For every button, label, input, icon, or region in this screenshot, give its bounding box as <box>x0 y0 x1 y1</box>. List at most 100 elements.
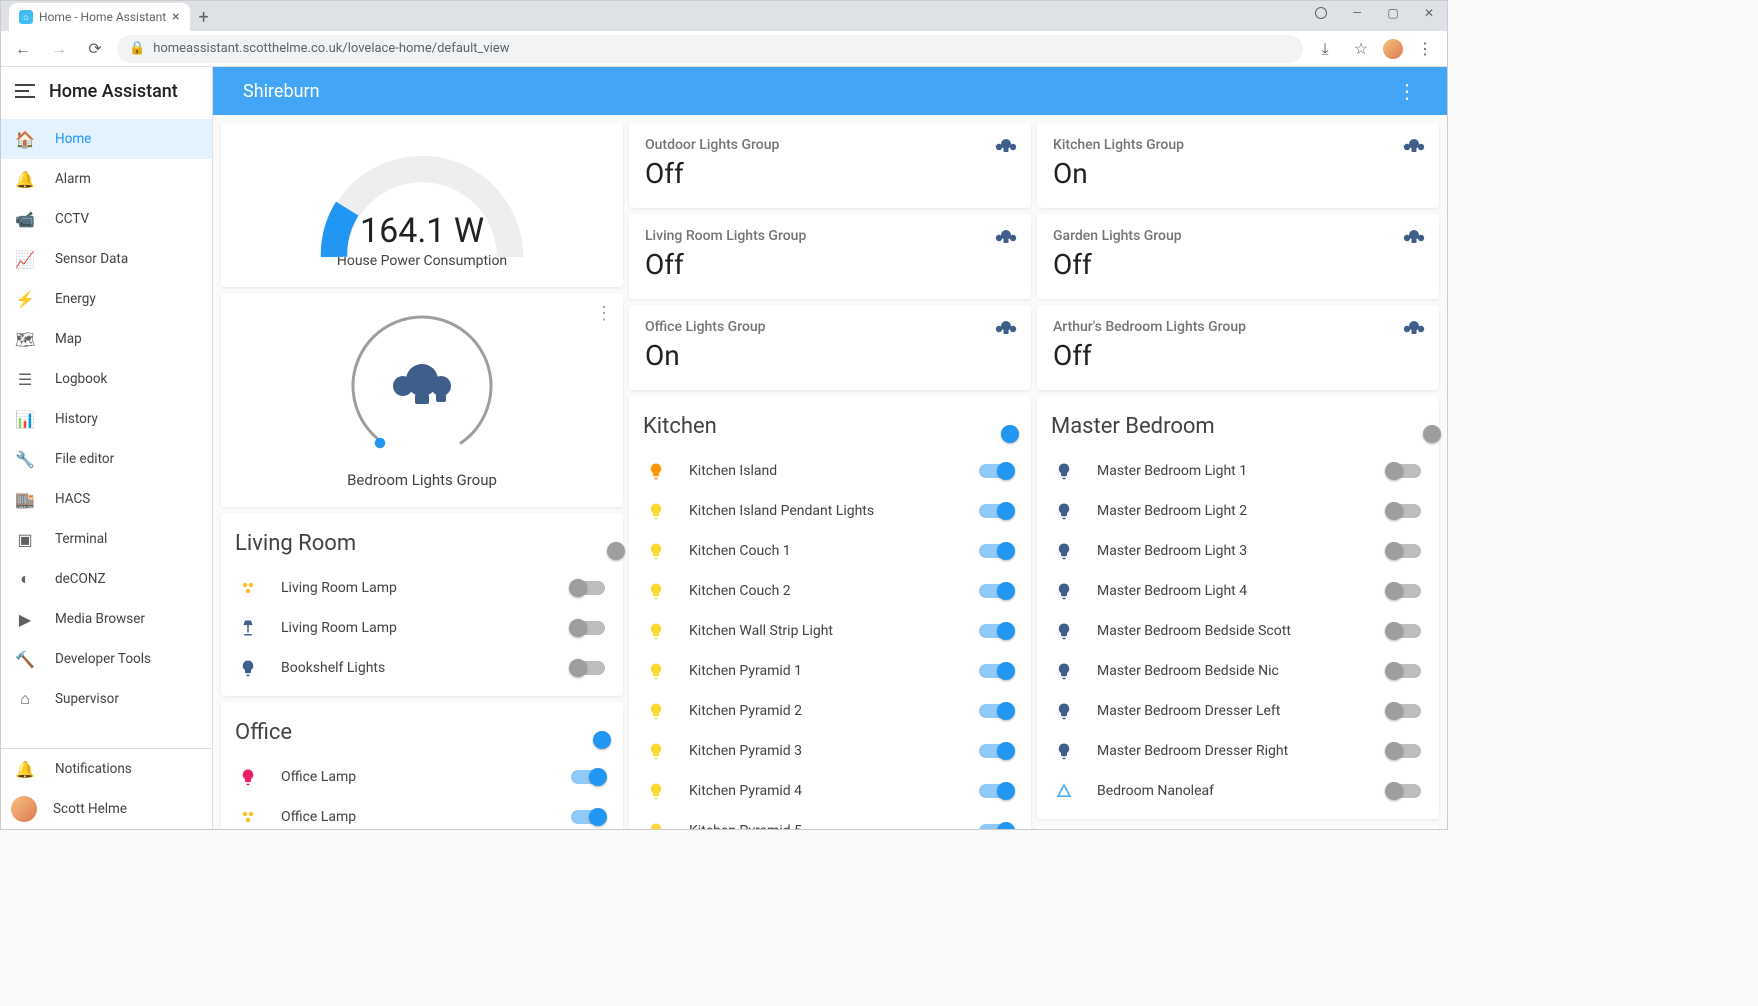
group-card[interactable]: Garden Lights GroupOff <box>1037 214 1439 299</box>
entity-toggle[interactable] <box>979 704 1013 718</box>
bedroom-group-card[interactable]: ⋮ Bedroom Lights Group <box>221 293 623 507</box>
history-icon: 📊 <box>15 410 35 429</box>
group-card[interactable]: Outdoor Lights GroupOff <box>629 123 1031 208</box>
gauge-card[interactable]: 164.1 W House Power Consumption <box>221 123 623 287</box>
entity-toggle[interactable] <box>979 664 1013 678</box>
supervisor-icon: ⌂ <box>15 689 35 709</box>
sidebar-item-file-editor[interactable]: 🔧File editor <box>1 439 212 479</box>
sidebar-item-terminal[interactable]: ▣Terminal <box>1 519 212 559</box>
sidebar-item-supervisor[interactable]: ⌂Supervisor <box>1 679 212 719</box>
entity-toggle[interactable] <box>979 744 1013 758</box>
sidebar-item-hacs[interactable]: 🏬HACS <box>1 479 212 519</box>
entity-toggle[interactable] <box>571 810 605 824</box>
entity-toggle[interactable] <box>1387 664 1421 678</box>
browser-toolbar: ← → ⟳ 🔒 homeassistant.scotthelme.co.uk/l… <box>1 31 1447 67</box>
entity-toggle[interactable] <box>979 544 1013 558</box>
bulb-icon <box>1055 742 1079 760</box>
entity-toggle[interactable] <box>1387 504 1421 518</box>
lightbulb-group-icon <box>995 228 1017 248</box>
group-title: Office Lights Group <box>645 319 1015 335</box>
sidebar-item-alarm[interactable]: 🔔Alarm <box>1 159 212 199</box>
entity-name: Kitchen Pyramid 1 <box>689 663 961 679</box>
entity-name: Office Lamp <box>281 809 553 825</box>
entity-row: Kitchen Pyramid 1 <box>643 651 1017 691</box>
entity-name: Kitchen Island Pendant Lights <box>689 503 961 519</box>
chrome-window: ⌂ Home - Home Assistant × + — ▢ ✕ ← → ⟳ … <box>0 0 1448 830</box>
entity-toggle[interactable] <box>1387 744 1421 758</box>
browser-tab[interactable]: ⌂ Home - Home Assistant × <box>9 3 190 31</box>
close-button[interactable]: ✕ <box>1411 1 1447 25</box>
sidebar-header: Home Assistant <box>1 67 212 115</box>
entity-toggle[interactable] <box>571 621 605 635</box>
minimize-button[interactable]: — <box>1339 1 1375 25</box>
entity-toggle[interactable] <box>979 624 1013 638</box>
sidebar-user[interactable]: Scott Helme <box>1 789 212 829</box>
group-card[interactable]: Kitchen Lights GroupOn <box>1037 123 1439 208</box>
entity-toggle[interactable] <box>979 504 1013 518</box>
cctv-icon: 📹 <box>15 210 35 229</box>
entity-toggle[interactable] <box>1387 704 1421 718</box>
entity-row: Kitchen Couch 2 <box>643 571 1017 611</box>
garden-card: Garden <box>1037 825 1439 829</box>
sidebar-item-notifications[interactable]: 🔔 Notifications <box>1 749 212 789</box>
entity-toggle[interactable] <box>571 661 605 675</box>
entity-toggle[interactable] <box>979 784 1013 798</box>
sidebar-item-developer-tools[interactable]: 🔨Developer Tools <box>1 639 212 679</box>
sidebar-item-media-browser[interactable]: ▶Media Browser <box>1 599 212 639</box>
group-card[interactable]: Living Room Lights GroupOff <box>629 214 1031 299</box>
sidebar-item-sensor-data[interactable]: 📈Sensor Data <box>1 239 212 279</box>
entity-toggle[interactable] <box>571 581 605 595</box>
chrome-menu-icon[interactable]: ⋮ <box>1411 35 1439 63</box>
entity-name: Kitchen Island <box>689 463 961 479</box>
deconz-icon: ◐ <box>15 569 35 589</box>
reload-button[interactable]: ⟳ <box>81 35 109 63</box>
entity-toggle[interactable] <box>979 584 1013 598</box>
address-bar[interactable]: 🔒 homeassistant.scotthelme.co.uk/lovelac… <box>117 35 1303 63</box>
forward-button[interactable]: → <box>45 35 73 63</box>
entity-toggle[interactable] <box>1387 464 1421 478</box>
group-state: Off <box>1053 339 1423 372</box>
entity-row: Master Bedroom Bedside Nic <box>1051 651 1425 691</box>
profile-avatar[interactable] <box>1383 39 1403 59</box>
nav-label: Sensor Data <box>55 251 128 267</box>
hamburger-icon[interactable] <box>15 84 35 98</box>
sidebar-item-cctv[interactable]: 📹CCTV <box>1 199 212 239</box>
sidebar-item-history[interactable]: 📊History <box>1 399 212 439</box>
entity-name: Kitchen Couch 2 <box>689 583 961 599</box>
sidebar-item-deconz[interactable]: ◐ deCONZ <box>1 559 212 599</box>
sidebar-item-energy[interactable]: ⚡Energy <box>1 279 212 319</box>
entity-row: Master Bedroom Light 3 <box>1051 531 1425 571</box>
media-icon: ▶ <box>15 610 35 629</box>
entity-toggle[interactable] <box>1387 544 1421 558</box>
sidebar-item-map[interactable]: 🗺Map <box>1 319 212 359</box>
entity-toggle[interactable] <box>979 464 1013 478</box>
sidebar-item-home[interactable]: 🏠Home <box>1 119 212 159</box>
dashboard-title: Shireburn <box>243 81 320 102</box>
group-card[interactable]: Arthur's Bedroom Lights GroupOff <box>1037 305 1439 390</box>
card-more-icon[interactable]: ⋮ <box>595 303 613 324</box>
entity-toggle[interactable] <box>1387 584 1421 598</box>
topbar-more-icon[interactable]: ⋮ <box>1397 79 1417 103</box>
bulb-icon <box>1055 622 1079 640</box>
install-icon[interactable]: ⤓ <box>1311 35 1339 63</box>
bulb-icon <box>1055 502 1079 520</box>
map-icon: 🗺 <box>15 330 35 349</box>
new-tab-button[interactable]: + <box>190 3 218 31</box>
bookmark-icon[interactable]: ☆ <box>1347 35 1375 63</box>
entity-toggle[interactable] <box>1387 784 1421 798</box>
nav-list: 🏠Home🔔Alarm📹CCTV📈Sensor Data⚡Energy🗺Map☰… <box>1 115 212 748</box>
group-card[interactable]: Office Lights GroupOn <box>629 305 1031 390</box>
tab-close-icon[interactable]: × <box>172 9 179 25</box>
maximize-button[interactable]: ▢ <box>1375 1 1411 25</box>
back-button[interactable]: ← <box>9 35 37 63</box>
entity-toggle[interactable] <box>1387 624 1421 638</box>
nav-label: deCONZ <box>55 571 106 587</box>
bulb-icon <box>239 659 263 677</box>
entity-toggle[interactable] <box>979 824 1013 829</box>
bulb-icon <box>1055 582 1079 600</box>
bulb-icon <box>647 702 671 720</box>
sidebar-item-logbook[interactable]: ☰Logbook <box>1 359 212 399</box>
account-indicator[interactable] <box>1303 1 1339 25</box>
group-title: Kitchen Lights Group <box>1053 137 1423 153</box>
entity-toggle[interactable] <box>571 770 605 784</box>
